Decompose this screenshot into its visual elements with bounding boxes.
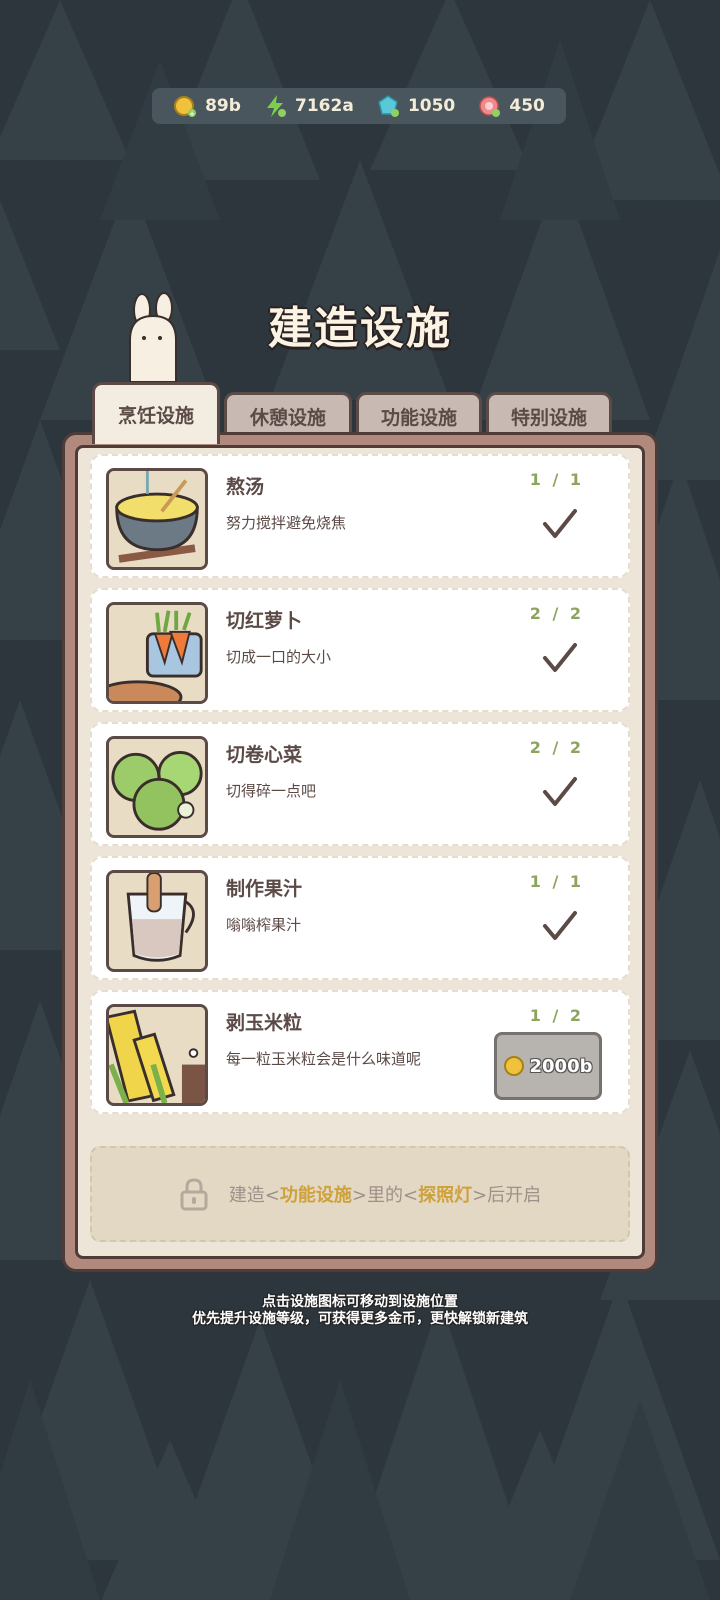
- facility-name: 切卷心菜: [226, 744, 303, 766]
- check-icon: [542, 776, 578, 808]
- resource-candy-value: 450: [509, 96, 545, 116]
- hint-line-1: 点击设施图标可移动到设施位置: [262, 1294, 458, 1310]
- facility-desc: 每一粒玉米粒会是什么味道呢: [226, 1050, 422, 1068]
- page-title: 建造设施: [268, 303, 452, 354]
- unlock-condition: 建造<功能设施>里的<探照灯>后开启: [228, 1185, 542, 1206]
- facility-card-juice[interactable]: 制作果汁 嗡嗡榨果汁 1 / 1: [90, 856, 630, 980]
- facility-name: 熬汤: [226, 476, 265, 498]
- hint-text: 点击设施图标可移动到设施位置 优先提升设施等级，可获得更多金币，更快解锁新建筑: [0, 1294, 720, 1328]
- carrots-thumbnail[interactable]: [106, 602, 208, 704]
- tab-cooking[interactable]: 烹饪设施: [92, 382, 220, 444]
- facility-card-carrot[interactable]: 切红萝卜 切成一口的大小 2 / 2: [90, 588, 630, 712]
- check-icon: [542, 910, 578, 942]
- candy-icon: [477, 94, 501, 118]
- hint-line-2: 优先提升设施等级，可获得更多金币，更快解锁新建筑: [192, 1311, 528, 1327]
- resource-gem[interactable]: 1050: [376, 94, 455, 118]
- corn-thumbnail[interactable]: [106, 1004, 208, 1106]
- facility-desc: 切成一口的大小: [226, 648, 332, 666]
- facility-card-soup[interactable]: 熬汤 努力搅拌避免烧焦 1 / 1: [90, 454, 630, 578]
- resource-candy[interactable]: 450: [477, 94, 545, 118]
- facility-name: 剥玉米粒: [226, 1012, 303, 1034]
- cabbage-thumbnail[interactable]: [106, 736, 208, 838]
- soup-pot-thumbnail[interactable]: [106, 468, 208, 570]
- resource-gem-value: 1050: [407, 96, 456, 116]
- facility-count: 1 / 2: [529, 1006, 584, 1025]
- svg-text:+: +: [189, 110, 195, 118]
- juice-thumbnail[interactable]: [106, 870, 208, 972]
- facility-count: 2 / 2: [529, 604, 584, 623]
- facility-desc: 切得碎一点吧: [226, 782, 317, 800]
- buy-button[interactable]: 2000b: [494, 1032, 602, 1100]
- facility-name: 切红萝卜: [226, 610, 303, 632]
- energy-icon: [263, 94, 287, 118]
- check-icon: [542, 642, 578, 674]
- facility-count: 1 / 1: [529, 470, 584, 489]
- facility-card-cabbage[interactable]: 切卷心菜 切得碎一点吧 2 / 2: [90, 722, 630, 846]
- facility-count: 2 / 2: [529, 738, 584, 757]
- gem-icon: [376, 94, 400, 118]
- coin-icon: [503, 1056, 524, 1076]
- resource-energy-value: 7162a: [295, 96, 354, 116]
- facility-card-corn[interactable]: 剥玉米粒 每一粒玉米粒会是什么味道呢 1 / 2 2000b: [90, 990, 630, 1114]
- lock-icon: [180, 1178, 208, 1211]
- resource-energy[interactable]: 7162a: [263, 94, 354, 118]
- resource-bar: + 89b 7162a 1050 450: [152, 88, 566, 124]
- locked-facility-row: 建造<功能设施>里的<探照灯>后开启: [90, 1146, 630, 1242]
- facility-desc: 努力搅拌避免烧焦: [226, 514, 347, 532]
- facility-name: 制作果汁: [226, 878, 303, 900]
- coin-icon: +: [173, 94, 197, 118]
- check-icon: [542, 508, 578, 540]
- buy-price: 2000b: [529, 1055, 593, 1077]
- resource-coin-value: 89b: [205, 96, 241, 116]
- facility-desc: 嗡嗡榨果汁: [226, 916, 302, 934]
- facility-count: 1 / 1: [529, 872, 584, 891]
- resource-coin[interactable]: + 89b: [173, 94, 241, 118]
